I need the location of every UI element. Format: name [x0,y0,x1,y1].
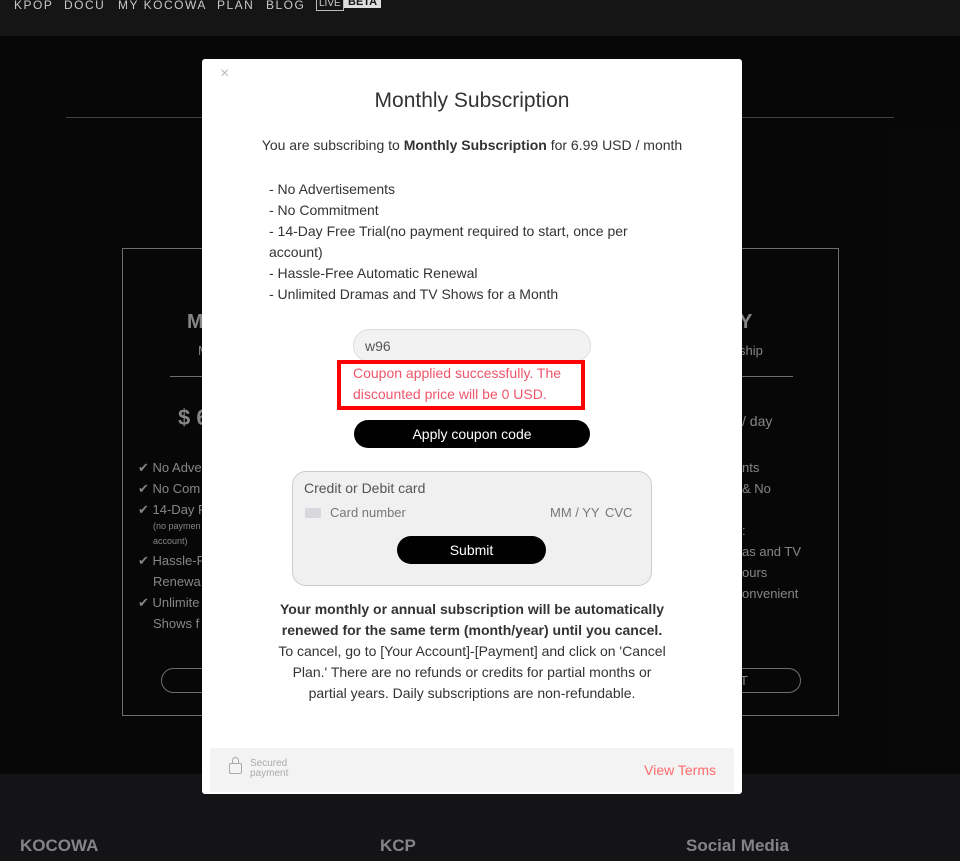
card-number-input[interactable]: Card number [330,505,406,520]
coupon-input[interactable]: w96 [353,329,591,362]
feature-item: - No Commitment [269,202,379,218]
apply-coupon-button[interactable]: Apply coupon code [354,420,590,448]
secured-payment: Secured payment [250,759,288,779]
feature-item: - Hassle-Free Automatic Renewal [269,265,478,281]
intro-text: You are subscribing to [261,137,404,153]
modal-title: Monthly Subscription [374,89,570,112]
subscription-intro: You are subscribing to Monthly Subscript… [202,137,742,153]
cvc-input[interactable]: CVC [605,505,632,520]
plan-name: Monthly Subscription [403,137,547,153]
nav-blog[interactable]: BLOG [266,0,305,12]
feature-list: - No Advertisements - No Commitment - 14… [269,179,659,305]
nav-my-kocowa[interactable]: MY KOCOWA [118,0,207,12]
secured-text: payment [250,768,289,779]
renewal-notice: Your monthly or annual subscription will… [277,599,667,704]
nav-kpop[interactable]: KPOP [14,0,53,12]
lock-icon [229,757,242,774]
credit-card-icon [305,508,321,518]
nav-plan[interactable]: PLAN [217,0,254,12]
live-badge[interactable]: LIVE [316,0,344,11]
card-form-title: Credit or Debit card [304,480,426,496]
subscription-modal: × Monthly Subscription You are subscribi… [202,59,742,794]
intro-price: for 6.99 USD / month [546,137,683,153]
card-form: Credit or Debit card Card number MM / YY… [292,471,652,586]
notice-bold: Your monthly or annual subscription will… [279,601,664,638]
feature-item: - 14-Day Free Trial(no payment required … [269,223,628,260]
close-icon[interactable]: × [220,65,229,83]
view-terms-link[interactable]: View Terms [644,762,716,778]
feature-item: - Unlimited Dramas and TV Shows for a Mo… [269,286,559,302]
beta-badge: BETA [344,0,382,8]
expiry-input[interactable]: MM / YY [550,505,600,520]
top-nav: KPOP DOCU MY KOCOWA PLAN BLOG LIVE BETA [0,0,960,36]
feature-item: - No Advertisements [269,181,396,197]
submit-button[interactable]: Submit [397,536,546,564]
nav-docu[interactable]: DOCU [64,0,105,12]
notice-text: To cancel, go to [Your Account]-[Payment… [278,643,666,701]
coupon-message: Coupon applied successfully. The discoun… [353,365,562,402]
modal-footer: Secured payment View Terms [210,748,734,792]
